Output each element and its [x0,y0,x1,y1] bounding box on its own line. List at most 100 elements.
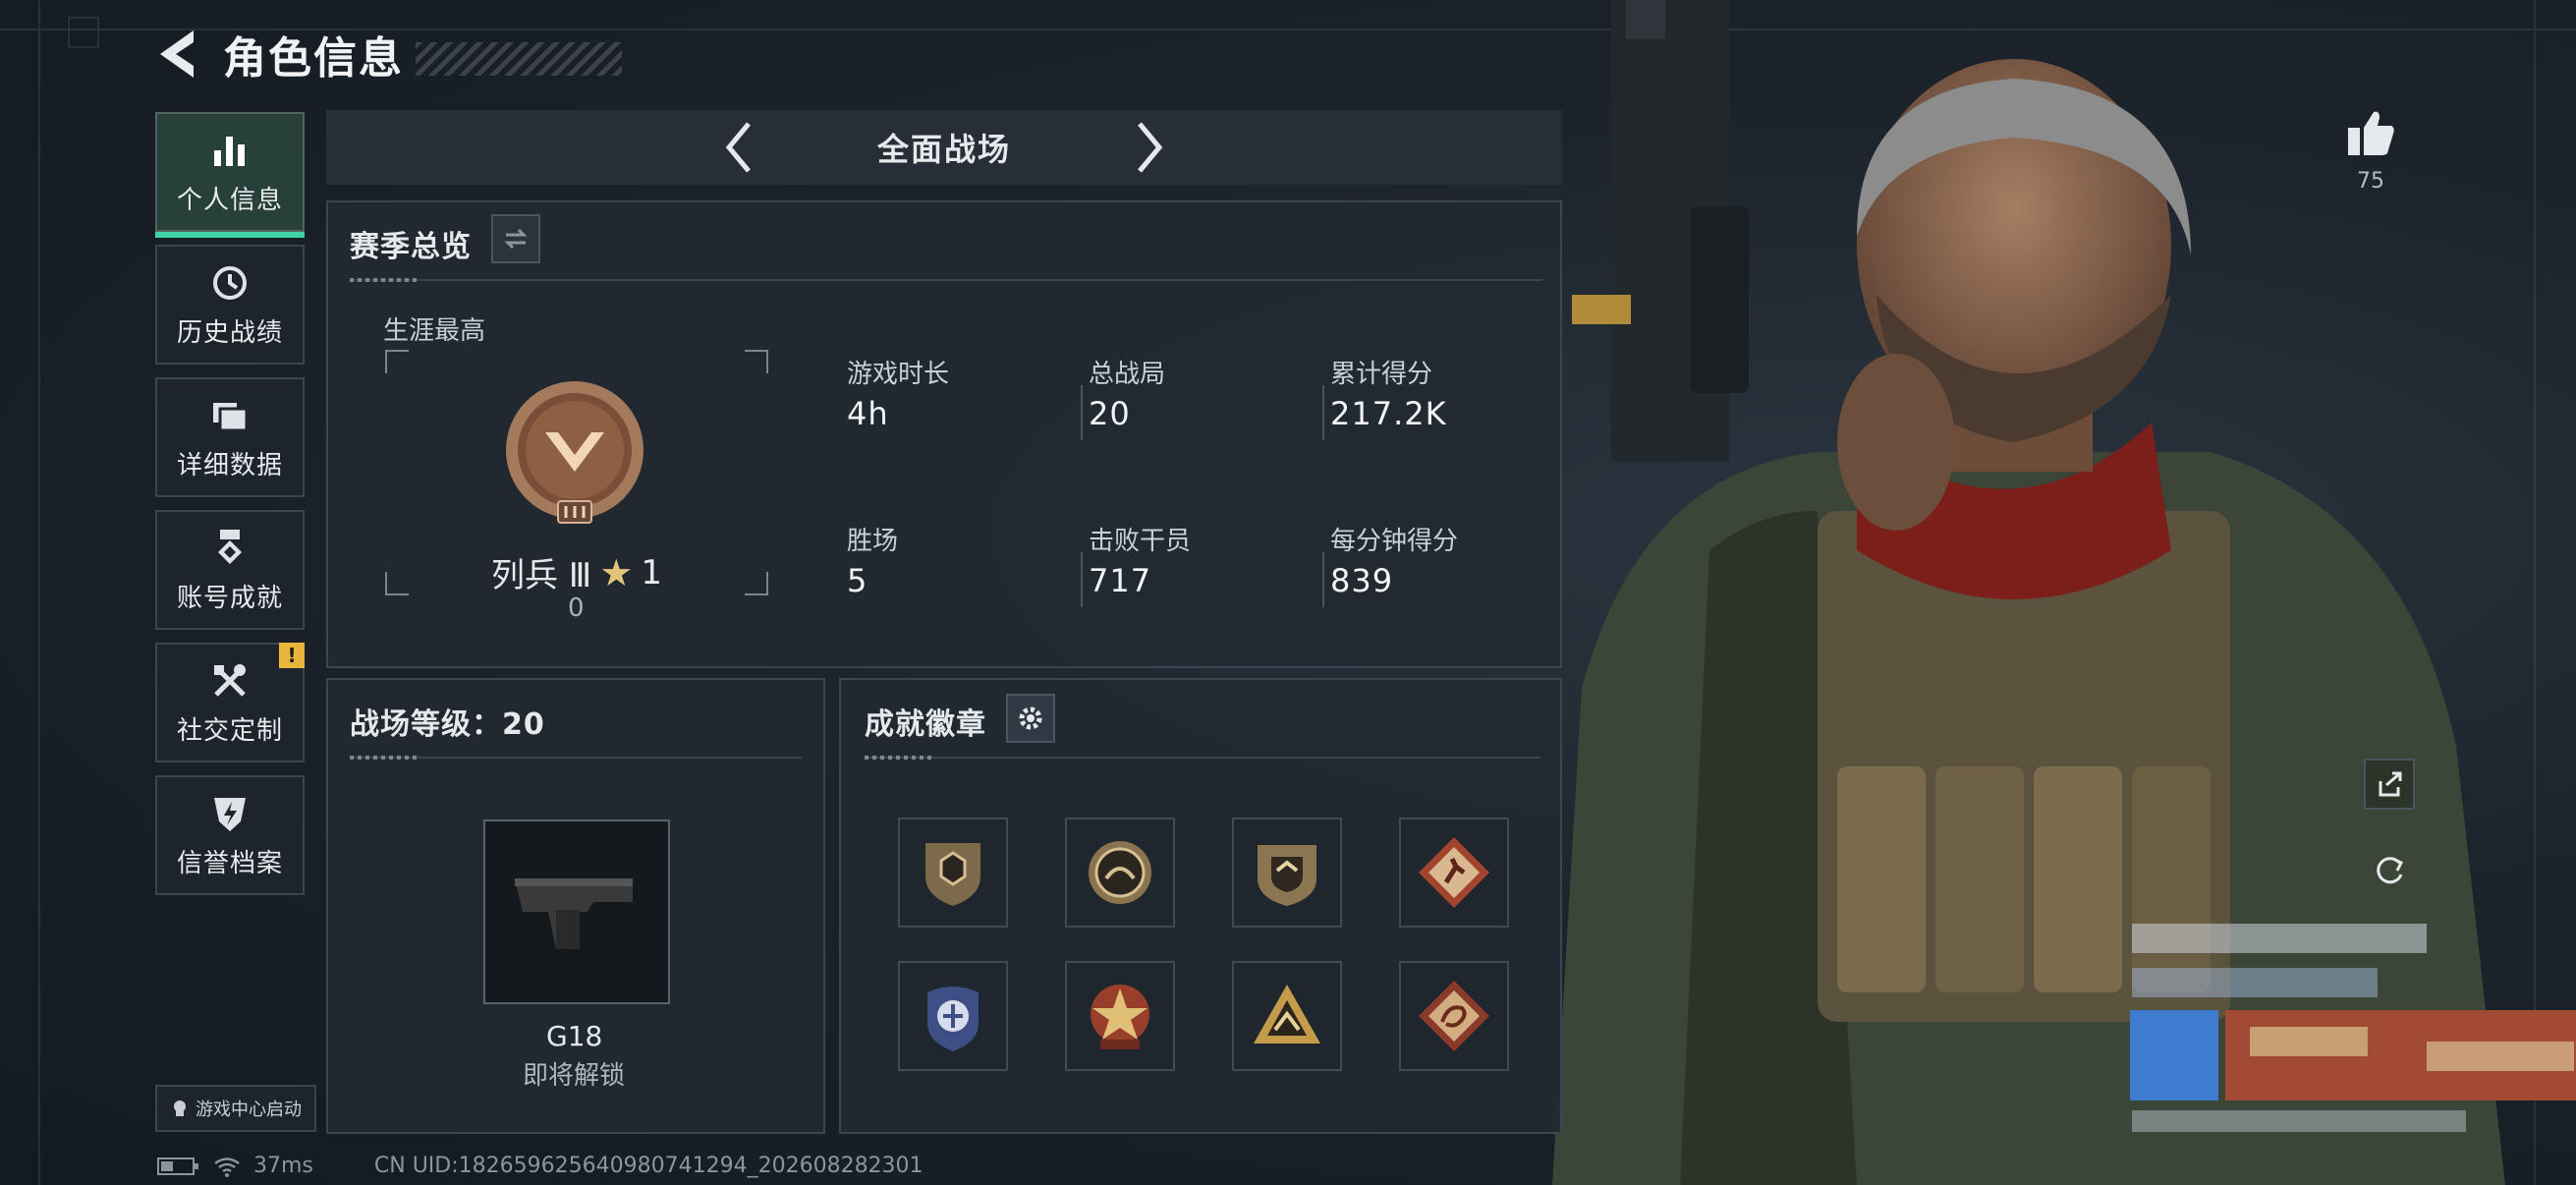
medal-icon [218,529,242,564]
achievement-badge[interactable] [1232,961,1342,1071]
game-center-icon [174,1100,186,1116]
achievements-divider [865,756,1540,760]
stat-label: 击败干员 [1089,527,1192,556]
sidebar-nav: 个人信息 历史战绩 详细数据 账号成就 ! 社交定制 信誉档案 [155,112,305,908]
achievement-badge[interactable] [1065,961,1175,1071]
share-icon [2379,771,2402,797]
prev-mode-arrow-icon[interactable] [719,118,758,177]
frame-corner [745,572,768,595]
achievement-badge[interactable] [1399,818,1509,928]
battlefield-level-title: 战场等级：20 [350,707,545,742]
weapon-status: 即将解锁 [523,1061,626,1091]
character-portrait [1552,0,2576,1185]
title-decoration [416,42,622,76]
badge-shield-icon [925,843,980,906]
season-overview-title: 赛季总览 [350,230,472,264]
sidebar-item-label: 详细数据 [176,450,283,480]
share-button[interactable] [2364,759,2415,810]
achievement-badge[interactable] [1065,818,1175,928]
badge-diamond-runner-icon [1419,837,1489,908]
stat-separator [1322,552,1324,607]
sidebar-item-history[interactable]: 历史战绩 [155,245,305,365]
notification-badge: ! [279,643,305,668]
sidebar-item-personal-info[interactable]: 个人信息 [155,112,305,238]
achievements-settings-button[interactable] [1006,694,1055,743]
career-best-label: 生涯最高 [383,316,486,346]
season-switch-button[interactable] [491,214,540,263]
stat-value: 20 [1089,395,1131,432]
like-widget[interactable]: 75 [2344,108,2397,194]
mode-title: 全面战场 [876,131,1011,168]
stat-label: 每分钟得分 [1330,527,1459,556]
sidebar-item-label: 信誉档案 [176,848,283,878]
sidebar-item-social[interactable]: ! 社交定制 [155,643,305,762]
wifi-icon [214,1157,240,1177]
stat-value: 4h [847,395,889,432]
gear-icon [1019,706,1042,730]
bar-chart-icon [214,136,245,166]
weapon-reward-slot[interactable] [483,819,670,1004]
next-mode-arrow-icon[interactable] [1130,118,1169,177]
sidebar-item-achievements[interactable]: 账号成就 [155,510,305,630]
rotate-button[interactable] [2364,845,2415,896]
achievement-badge[interactable] [898,961,1008,1071]
sidebar-item-label: 个人信息 [176,185,283,215]
sidebar-item-label: 账号成就 [176,583,283,613]
back-arrow-icon[interactable] [152,27,201,82]
ping-value: 37ms [253,1154,313,1178]
stat-label: 胜场 [847,527,899,556]
status-bar: 37ms CN UID:18265962564098074129​4_20260… [157,1154,924,1178]
rank-name-text: 列兵 Ⅲ [491,556,592,595]
sidebar-item-label: 社交定制 [176,715,283,746]
stat-label: 总战局 [1089,360,1166,389]
sidebar-item-label: 历史战绩 [176,317,283,348]
level-divider [350,756,802,760]
like-count: 75 [2357,169,2384,194]
stat-separator [1081,385,1083,440]
tools-icon [214,663,246,697]
frame-corner [745,350,768,373]
frame-corner [385,572,409,595]
badge-star-icon [1091,985,1149,1049]
weapon-name: G18 [546,1020,603,1052]
sidebar-item-reputation[interactable]: 信誉档案 [155,775,305,895]
swap-icon [504,228,528,250]
page-title: 角色信息 [223,33,404,84]
rank-emblem-icon [506,381,644,524]
game-center-label: 游戏中心启动 [196,1100,302,1120]
stat-separator [1322,385,1324,440]
badge-dragon-icon [1419,981,1489,1051]
season-divider [350,278,1542,282]
shield-lightning-icon [214,797,246,831]
rank-name: 列兵 Ⅲ ★ 1 [491,548,662,596]
stat-value: 217.2K [1330,395,1447,432]
achievements-title: 成就徽章 [865,707,986,742]
rotate-icon [2377,857,2404,884]
star-icon: ★ [599,550,634,594]
achievement-badge[interactable] [1399,961,1509,1071]
rank-points: 0 [568,593,585,623]
stat-label: 游戏时长 [847,360,950,389]
badge-emblem-icon [1258,845,1316,906]
badge-triangle-icon [1254,985,1320,1044]
achievement-badge[interactable] [898,818,1008,928]
achievement-badge[interactable] [1232,818,1342,928]
page-header: 角色信息 [152,20,622,88]
player-uid: CN UID:18265962564098074129​4_2026082823… [373,1154,924,1178]
sidebar-item-detailed-data[interactable]: 详细数据 [155,377,305,497]
history-clock-icon [213,265,247,300]
frame-corner [385,350,409,373]
battery-icon [157,1157,198,1175]
rank-stars: 1 [641,552,662,592]
thumbs-up-icon [2348,111,2394,155]
stat-label: 累计得分 [1330,360,1433,389]
pistol-icon [515,878,633,949]
badge-police-icon [927,987,979,1051]
stat-value: 717 [1089,562,1152,599]
stat-separator [1081,552,1083,607]
folder-icon [213,402,249,431]
game-center-button[interactable]: 游戏中心启动 [155,1085,316,1132]
stat-value: 839 [1330,562,1394,599]
badge-circle-icon [1089,841,1151,904]
mode-selector: 全面战场 [326,110,1562,185]
